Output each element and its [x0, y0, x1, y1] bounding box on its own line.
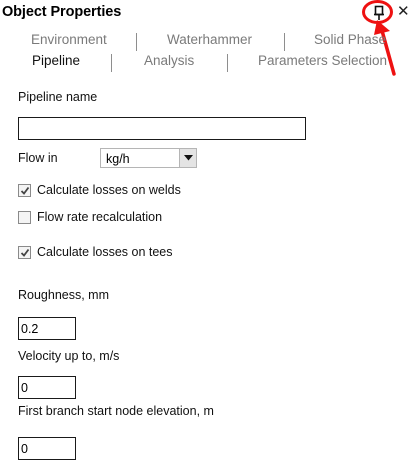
- checkbox-label: Calculate losses on tees: [37, 245, 173, 259]
- tab-analysis[interactable]: Analysis: [144, 52, 194, 72]
- title-bar: Object Properties ✕: [0, 0, 412, 76]
- tab-solid-phase[interactable]: Solid Phase: [314, 31, 386, 51]
- flow-in-label: Flow in: [18, 151, 58, 165]
- roughness-label: Roughness, mm: [18, 288, 110, 302]
- tab-row-2: Pipeline Analysis Parameters Selection: [0, 52, 412, 72]
- window-title: Object Properties: [2, 4, 122, 20]
- checkbox-box[interactable]: [18, 184, 31, 197]
- flow-in-select[interactable]: kg/h: [100, 148, 197, 168]
- roughness-input[interactable]: [18, 317, 76, 340]
- tab-pipeline[interactable]: Pipeline: [32, 52, 80, 72]
- velocity-input[interactable]: [18, 376, 76, 399]
- velocity-label: Velocity up to, m/s: [18, 349, 120, 363]
- tab-divider: [284, 33, 285, 51]
- tab-divider: [136, 33, 137, 51]
- pin-icon[interactable]: [372, 5, 386, 21]
- checkbox-label: Flow rate recalculation: [37, 210, 163, 224]
- pipeline-name-label: Pipeline name: [18, 90, 98, 104]
- tab-divider: [227, 54, 228, 72]
- tab-parameters-selection[interactable]: Parameters Selection: [258, 52, 387, 72]
- checkbox-label: Calculate losses on welds: [37, 183, 181, 197]
- tab-divider: [111, 54, 112, 72]
- checkbox-box[interactable]: [18, 246, 31, 259]
- elevation-label: First branch start node elevation, m: [18, 404, 214, 418]
- tab-row-1: Environment Waterhammer Solid Phase: [0, 31, 412, 51]
- elevation-input[interactable]: [18, 437, 76, 460]
- tab-waterhammer[interactable]: Waterhammer: [167, 31, 252, 51]
- checkbox-box[interactable]: [18, 211, 31, 224]
- tab-environment[interactable]: Environment: [31, 31, 107, 51]
- pipeline-name-input[interactable]: [18, 117, 306, 140]
- close-icon[interactable]: ✕: [397, 4, 410, 19]
- chevron-down-icon[interactable]: [179, 149, 196, 167]
- flow-in-value: kg/h: [106, 152, 130, 166]
